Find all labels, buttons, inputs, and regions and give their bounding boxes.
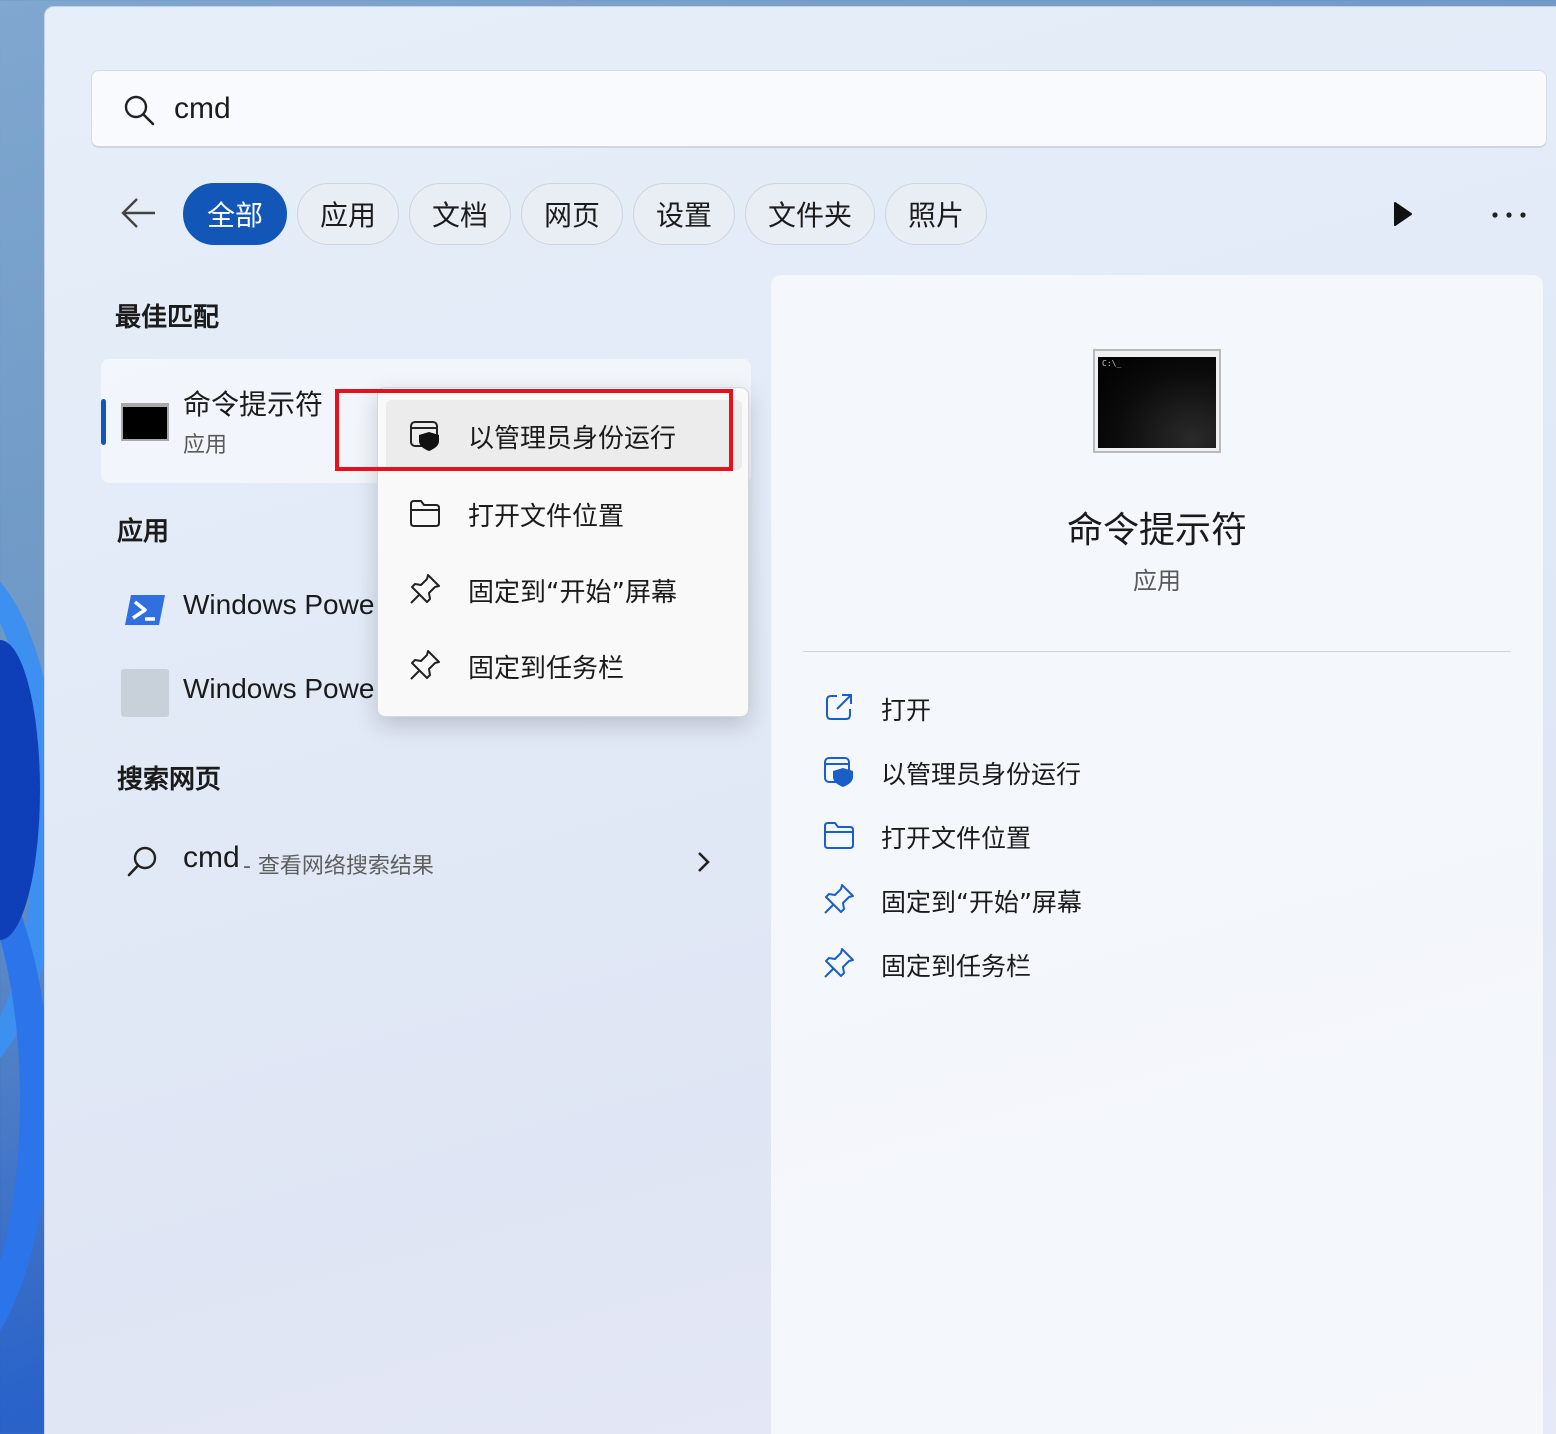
admin-shield-icon [824, 757, 853, 787]
action-label: 固定到“开始”屏幕 [881, 888, 1082, 917]
pin-icon [824, 884, 854, 914]
filter-settings[interactable]: 设置 [633, 183, 735, 245]
filter-all[interactable]: 全部 [183, 183, 287, 245]
filter-photos[interactable]: 照片 [885, 183, 987, 245]
command-prompt-icon [121, 403, 169, 441]
menu-item-pin-to-taskbar[interactable]: 固定到任务栏 [386, 630, 742, 700]
search-input[interactable]: cmd [91, 70, 1547, 148]
action-label: 打开文件位置 [881, 824, 1032, 853]
filter-apps[interactable]: 应用 [297, 183, 399, 245]
action-run-as-admin[interactable]: 以管理员身份运行 [823, 751, 1423, 795]
app-item-powershell-ise[interactable]: Windows Powe [121, 665, 381, 721]
annotation-highlight-box [335, 389, 733, 471]
app-item-powershell[interactable]: Windows Powe [121, 581, 381, 637]
open-external-icon [826, 694, 852, 720]
search-query-text: cmd [174, 92, 231, 125]
menu-item-label: 打开文件位置 [468, 502, 625, 532]
command-prompt-icon-text: C:\_ [1102, 359, 1122, 368]
back-arrow-icon[interactable] [119, 193, 159, 233]
filter-folders[interactable]: 文件夹 [745, 183, 875, 245]
folder-icon [410, 500, 440, 527]
action-pin-to-taskbar[interactable]: 固定到任务栏 [823, 943, 1423, 987]
app-item-label: Windows Powe [183, 589, 375, 620]
best-match-type: 应用 [183, 433, 228, 458]
chevron-right-icon[interactable] [693, 849, 715, 875]
powershell-icon [125, 595, 165, 625]
filter-documents[interactable]: 文档 [409, 183, 511, 245]
folder-icon [824, 822, 854, 849]
action-label: 固定到任务栏 [881, 952, 1032, 981]
search-icon [127, 846, 157, 877]
web-search-item[interactable]: cmd - 查看网络搜索结果 [125, 833, 725, 889]
menu-item-label: 固定到任务栏 [468, 654, 625, 684]
web-search-suffix: - 查看网络搜索结果 [243, 854, 434, 879]
detail-divider [803, 651, 1511, 652]
action-label: 以管理员身份运行 [881, 760, 1082, 789]
command-prompt-large-icon: C:\_ [1093, 349, 1221, 453]
pin-icon [824, 948, 854, 978]
detail-subtitle: 应用 [1133, 567, 1181, 595]
menu-item-pin-to-start[interactable]: 固定到“开始”屏幕 [386, 554, 742, 624]
filter-bar: 全部 应用 文档 网页 设置 文件夹 照片 [105, 183, 1526, 247]
section-apps-title: 应用 [117, 517, 170, 547]
pin-icon [410, 574, 440, 604]
web-search-query: cmd [183, 841, 240, 874]
menu-item-open-file-location[interactable]: 打开文件位置 [386, 478, 742, 548]
action-open-file-location[interactable]: 打开文件位置 [823, 815, 1423, 859]
best-match-name: 命令提示符 [183, 388, 324, 421]
start-search-panel: cmd 全部 应用 文档 网页 设置 文件夹 照片 最佳匹配 命令提示符 应用 … [44, 6, 1556, 1434]
action-pin-to-start[interactable]: 固定到“开始”屏幕 [823, 879, 1423, 923]
detail-panel: C:\_ 命令提示符 应用 打开 以管理员身份运行 打开文件位置 固定到“开始”… [771, 275, 1543, 1434]
action-label: 打开 [881, 696, 932, 725]
play-icon[interactable] [1387, 199, 1417, 229]
detail-title: 命令提示符 [1066, 510, 1247, 551]
app-item-label: Windows Powe [183, 673, 375, 704]
search-icon [124, 95, 155, 126]
more-options-icon[interactable] [1489, 209, 1529, 221]
app-placeholder-icon [121, 669, 169, 717]
action-open[interactable]: 打开 [823, 687, 1423, 731]
section-best-match-title: 最佳匹配 [115, 303, 220, 333]
menu-item-label: 固定到“开始”屏幕 [468, 578, 677, 608]
filter-web[interactable]: 网页 [521, 183, 623, 245]
pin-icon [410, 650, 440, 680]
selection-indicator [101, 399, 106, 445]
section-search-web-title: 搜索网页 [117, 765, 222, 795]
